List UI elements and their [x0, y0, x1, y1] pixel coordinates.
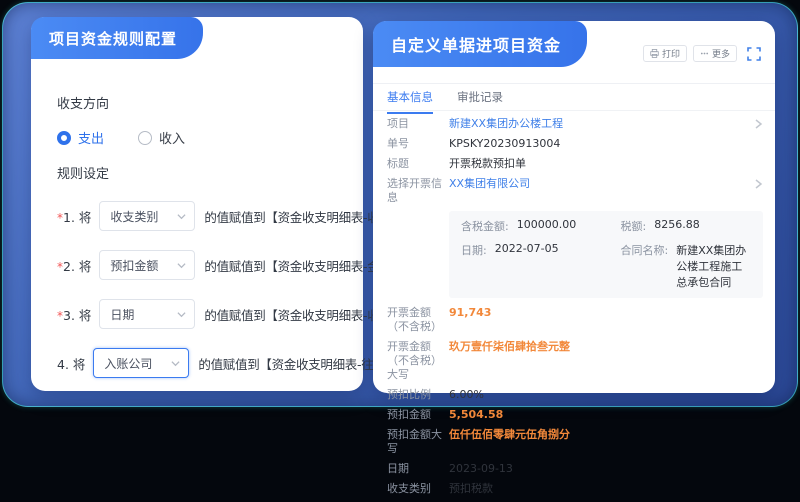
field-label: 开票金额（不含税）: [387, 306, 449, 334]
print-button[interactable]: 打印: [643, 45, 687, 62]
chevron-right-icon[interactable]: [754, 118, 763, 130]
tax-incl-amount: 含税金额: 100000.00: [461, 218, 621, 234]
rule-row-3: * 3. 将 日期 的值赋值到【资金收支明细表-收支日期】中: [57, 299, 345, 329]
radio-income-label: 收入: [159, 128, 185, 147]
field-label: 预扣比例: [387, 388, 449, 402]
basic-info-form: 项目 新建XX集团办公楼工程 单号 KPSKY20230913004 标题 开票…: [387, 117, 763, 502]
field-row-withhold-amount-caps: 预扣金额大写 伍仟伍佰零肆元伍角捌分: [387, 428, 763, 456]
fullscreen-icon[interactable]: [747, 47, 761, 61]
tax-incl-amount-value: 100000.00: [517, 218, 577, 234]
header-divider: [373, 83, 775, 84]
withhold-amount-caps-value: 伍仟伍佰零肆元伍角捌分: [449, 428, 570, 442]
field-row-invoice-info: 选择开票信息 XX集团有限公司: [387, 177, 763, 205]
more-button-label: 更多: [712, 47, 730, 60]
field-row-withhold-ratio: 预扣比例 6.00%: [387, 388, 763, 402]
doc-title-value: 开票税款预扣单: [449, 157, 526, 171]
field-row-withhold-amount: 预扣金额 5,504.58: [387, 408, 763, 422]
rule-index: 1. 将: [63, 207, 91, 226]
radio-expense-label: 支出: [78, 128, 104, 147]
field-label: 税额:: [621, 218, 647, 234]
direction-radio-group: 支出 收入: [57, 128, 345, 147]
more-dots-icon: [700, 49, 709, 58]
field-row-category: 收支类别 预扣税款: [387, 482, 763, 496]
field-label: 日期:: [461, 242, 487, 290]
tax-amount-value: 8256.88: [654, 218, 700, 234]
rule-4-field-select[interactable]: 入账公司: [93, 348, 189, 378]
amount-ex-tax-value: 91,743: [449, 306, 491, 320]
custom-bill-detail-panel: 自定义单据进项目资金 打印 更多 基本信息 审批记录 项目 新建XX集团办公楼工: [373, 21, 775, 393]
field-label: 项目: [387, 117, 449, 131]
withhold-amount-value: 5,504.58: [449, 408, 503, 422]
left-panel-title: 项目资金规则配置: [31, 17, 203, 59]
date-value: 2023-09-13: [449, 462, 513, 476]
rule-row-4: 4. 将 入账公司 的值赋值到【资金收支明细表-往来单位】中: [57, 348, 345, 378]
rule-2-field-select[interactable]: 预扣金额: [99, 250, 195, 280]
rule-index: 2. 将: [63, 256, 91, 275]
rules-list: * 1. 将 收支类别 的值赋值到【资金收支明细表-收支类别】中 * 2. 将 …: [57, 201, 345, 378]
field-label: 选择开票信息: [387, 177, 449, 205]
doc-no-value: KPSKY20230913004: [449, 137, 560, 151]
rules-label: 规则设定: [57, 163, 345, 182]
chevron-down-icon: [177, 212, 186, 221]
app-background: 项目资金规则配置 收支方向 支出 收入 规则设定 * 1. 将: [2, 2, 798, 407]
direction-label: 收支方向: [57, 93, 345, 112]
rule-row-2: * 2. 将 预扣金额 的值赋值到【资金收支明细表-金额】中: [57, 250, 345, 280]
more-button[interactable]: 更多: [693, 45, 737, 62]
field-row-amount-ex-tax: 开票金额（不含税） 91,743: [387, 306, 763, 334]
radio-unselected-icon: [138, 131, 152, 145]
rule-index: 4. 将: [57, 354, 85, 373]
field-label: 含税金额:: [461, 218, 509, 234]
tax-amount: 税额: 8256.88: [621, 218, 752, 234]
amount-ex-tax-caps-value: 玖万壹仟柒佰肆拾叁元整: [449, 340, 570, 354]
field-label: 日期: [387, 462, 449, 476]
field-label: 预扣金额大写: [387, 428, 449, 456]
field-row-doc-no: 单号 KPSKY20230913004: [387, 137, 763, 151]
radio-expense[interactable]: 支出: [57, 128, 104, 147]
rule-1-field-select[interactable]: 收支类别: [99, 201, 195, 231]
field-row-title: 标题 开票税款预扣单: [387, 157, 763, 171]
contract-date-value: 2022-07-05: [495, 242, 559, 290]
invoice-summary-box: 含税金额: 100000.00 税额: 8256.88 日期: 2022-07-…: [449, 211, 763, 298]
contract-name: 合同名称: 新建XX集团办公楼工程施工总承包合同: [621, 242, 752, 290]
invoice-info-link[interactable]: XX集团有限公司: [449, 177, 530, 191]
field-row-project: 项目 新建XX集团办公楼工程: [387, 117, 763, 131]
chevron-down-icon: [177, 310, 186, 319]
chevron-right-icon[interactable]: [754, 178, 763, 190]
detail-toolbar: 打印 更多: [643, 45, 761, 62]
field-label: 合同名称:: [621, 242, 669, 290]
rule-4-field-value: 入账公司: [104, 355, 152, 372]
contract-date: 日期: 2022-07-05: [461, 242, 621, 290]
category-value: 预扣税款: [449, 482, 493, 496]
rule-2-field-value: 预扣金额: [110, 257, 158, 274]
chevron-down-icon: [177, 261, 186, 270]
radio-selected-icon: [57, 131, 71, 145]
project-link[interactable]: 新建XX集团办公楼工程: [449, 117, 563, 131]
printer-icon: [650, 49, 659, 58]
field-label: 标题: [387, 157, 449, 171]
chevron-down-icon: [171, 359, 180, 368]
field-label: 单号: [387, 137, 449, 151]
withhold-ratio-value: 6.00%: [449, 388, 484, 402]
field-label: 开票金额（不含税）大写: [387, 340, 449, 382]
field-label: 预扣金额: [387, 408, 449, 422]
tabs-divider: [373, 110, 775, 111]
rule-3-field-select[interactable]: 日期: [99, 299, 195, 329]
contract-name-value: 新建XX集团办公楼工程施工总承包合同: [676, 242, 751, 290]
field-row-date: 日期 2023-09-13: [387, 462, 763, 476]
field-label: 收支类别: [387, 482, 449, 496]
print-button-label: 打印: [662, 47, 680, 60]
radio-income[interactable]: 收入: [138, 128, 185, 147]
field-row-amount-ex-tax-caps: 开票金额（不含税）大写 玖万壹仟柒佰肆拾叁元整: [387, 340, 763, 382]
rule-1-field-value: 收支类别: [110, 208, 158, 225]
rule-index: 3. 将: [63, 305, 91, 324]
rule-3-field-value: 日期: [110, 306, 134, 323]
fund-rule-config-panel: 项目资金规则配置 收支方向 支出 收入 规则设定 * 1. 将: [31, 17, 363, 391]
right-panel-title: 自定义单据进项目资金: [373, 21, 587, 67]
rule-row-1: * 1. 将 收支类别 的值赋值到【资金收支明细表-收支类别】中: [57, 201, 345, 231]
